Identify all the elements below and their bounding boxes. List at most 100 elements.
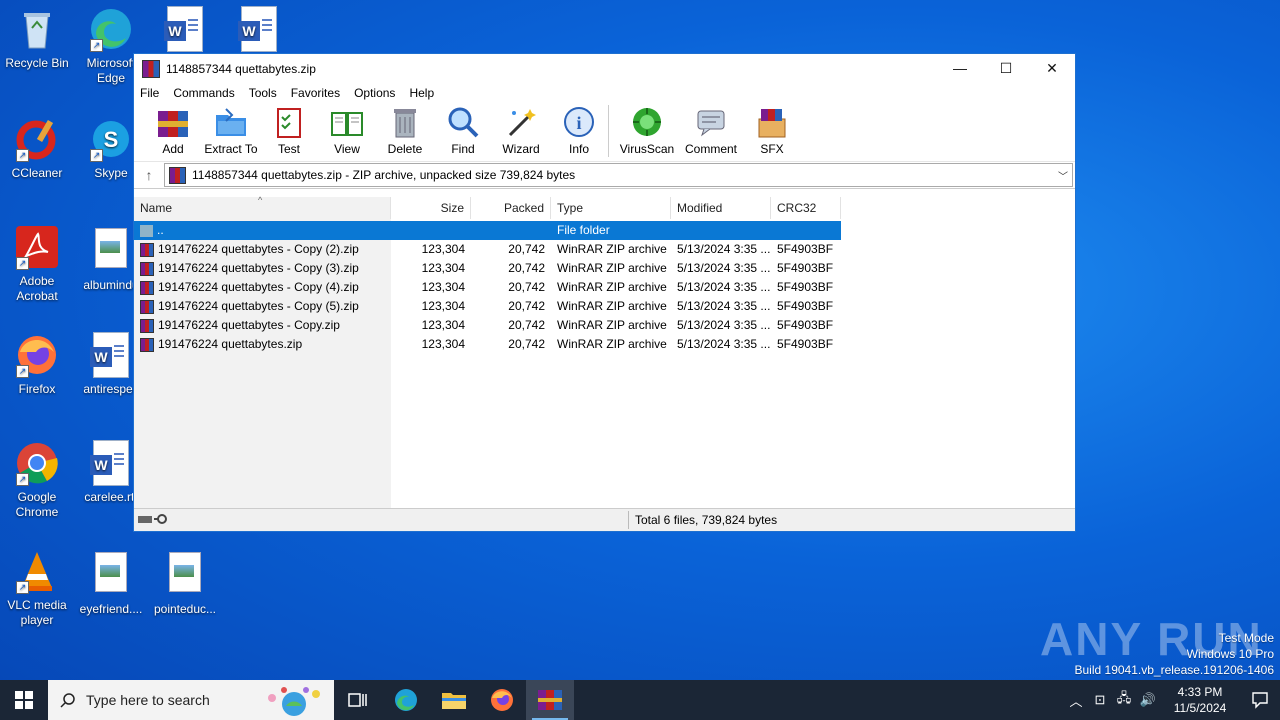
network-icon[interactable]: 🖧 — [1112, 689, 1136, 711]
taskbar-search-box[interactable]: Type here to search — [48, 680, 334, 720]
row-size: 123,304 — [421, 280, 465, 294]
skype-icon: S ↗ — [88, 116, 134, 162]
recycle-bin-icon — [14, 6, 60, 52]
close-button[interactable]: ✕ — [1029, 54, 1075, 83]
desktop-icon-label: eyefriend.... — [79, 602, 143, 616]
chevron-up-icon[interactable]: ︿ — [1064, 691, 1088, 710]
start-button[interactable] — [0, 680, 48, 720]
taskbar: Type here to search ︿ ⊡ 🖧 🔊 4:33 PM 11/5… — [0, 680, 1280, 720]
column-header-modified[interactable]: Modified — [671, 197, 771, 219]
notification-icon — [1252, 692, 1268, 709]
row-packed: 20,742 — [508, 242, 545, 256]
taskbar-winrar[interactable] — [526, 680, 574, 720]
task-view-icon — [348, 693, 367, 707]
status-drive-icons[interactable] — [134, 513, 628, 528]
desktop-icon-firefox[interactable]: ↗ Firefox — [0, 332, 74, 397]
desktop-icon-adobe-acrobat[interactable]: ↗ Adobe Acrobat — [0, 224, 74, 304]
address-text: 1148857344 quettabytes.zip - ZIP archive… — [192, 168, 576, 182]
find-button[interactable]: Find — [434, 103, 492, 156]
row-crc32: 5F4903BF — [777, 337, 834, 351]
word-document-icon: W — [164, 6, 203, 52]
desktop-icon-label: pointeduc... — [153, 602, 217, 616]
winrar-window: 1148857344 quettabytes.zip — ☐ ✕ File Co… — [133, 53, 1076, 532]
zip-archive-icon — [169, 166, 186, 184]
minimize-button[interactable]: — — [937, 54, 983, 83]
delete-button[interactable]: Delete — [376, 103, 434, 156]
menu-help[interactable]: Help — [409, 86, 434, 100]
menu-tools[interactable]: Tools — [249, 86, 277, 100]
edge-icon — [395, 689, 417, 711]
menu-file[interactable]: File — [140, 86, 159, 100]
table-row[interactable]: 191476224 quettabytes - Copy (5).zip 123… — [134, 297, 841, 316]
table-row[interactable]: 191476224 quettabytes - Copy (4).zip 123… — [134, 278, 841, 297]
info-button[interactable]: i Info — [550, 103, 608, 156]
desktop-icon-eyefriend[interactable]: eyefriend.... — [74, 548, 148, 617]
menu-options[interactable]: Options — [354, 86, 395, 100]
task-view-button[interactable] — [334, 680, 382, 720]
delete-label: Delete — [387, 142, 423, 156]
column-header-crc32[interactable]: CRC32 — [771, 197, 841, 219]
desktop-icon-word-doc-1[interactable]: W — [148, 6, 222, 52]
row-size: 123,304 — [421, 337, 465, 351]
desktop-icon-pointeduc[interactable]: pointeduc... — [148, 548, 222, 617]
row-name-text: .. — [157, 223, 164, 237]
add-label: Add — [162, 142, 184, 156]
extract-to-button[interactable]: Extract To — [202, 103, 260, 156]
comment-button[interactable]: Comment — [679, 103, 743, 156]
title-bar[interactable]: 1148857344 quettabytes.zip — ☐ ✕ — [134, 54, 1075, 83]
row-packed: 20,742 — [508, 280, 545, 294]
table-row-parent-folder[interactable]: .. File folder — [134, 221, 841, 240]
magnifier-icon — [446, 105, 480, 139]
up-arrow-icon[interactable]: ↑ — [134, 167, 164, 183]
volume-icon[interactable]: 🔊 — [1136, 692, 1160, 708]
wizard-button[interactable]: Wizard — [492, 103, 550, 156]
vlc-icon: ↗ — [14, 548, 60, 594]
word-document-icon: W — [88, 440, 134, 486]
view-button[interactable]: View — [318, 103, 376, 156]
desktop-icon-recycle-bin[interactable]: Recycle Bin — [0, 6, 74, 71]
extract-to-label: Extract To — [204, 142, 258, 156]
maximize-button[interactable]: ☐ — [983, 54, 1029, 83]
toolbar-separator — [608, 105, 609, 157]
taskbar-file-explorer[interactable] — [430, 680, 478, 720]
column-header-packed[interactable]: Packed — [471, 197, 551, 219]
chevron-down-icon[interactable]: ﹀ — [1058, 168, 1068, 183]
row-size: 123,304 — [421, 261, 465, 275]
desktop-icon-word-doc-2[interactable]: W — [222, 6, 296, 52]
watermark-line: Test Mode — [1218, 631, 1274, 645]
menu-commands[interactable]: Commands — [173, 86, 234, 100]
column-header-name[interactable]: Name ^ — [134, 195, 391, 219]
table-row[interactable]: 191476224 quettabytes - Copy (3).zip 123… — [134, 259, 841, 278]
menu-favorites[interactable]: Favorites — [291, 86, 340, 100]
table-row[interactable]: 191476224 quettabytes - Copy.zip 123,304… — [134, 316, 841, 335]
device-icon[interactable]: ⊡ — [1088, 692, 1112, 708]
sfx-button[interactable]: SFX — [743, 103, 801, 156]
table-row[interactable]: 191476224 quettabytes.zip 123,304 20,742… — [134, 335, 841, 354]
row-modified — [671, 221, 771, 240]
row-crc32: 5F4903BF — [777, 261, 834, 275]
address-dropdown[interactable]: 1148857344 quettabytes.zip - ZIP archive… — [164, 163, 1073, 187]
virusscan-button[interactable]: VirusScan — [615, 103, 679, 156]
column-header-size[interactable]: Size — [391, 197, 471, 219]
window-title: 1148857344 quettabytes.zip — [166, 61, 316, 76]
trash-icon — [388, 105, 422, 139]
desktop-icon-ccleaner[interactable]: ↗ CCleaner — [0, 116, 74, 181]
clock[interactable]: 4:33 PM 11/5/2024 — [1160, 684, 1240, 716]
comment-icon — [694, 105, 728, 139]
winrar-app-icon — [538, 690, 562, 710]
row-modified: 5/13/2024 3:35 ... — [677, 318, 771, 332]
taskbar-edge[interactable] — [382, 680, 430, 720]
test-label: Test — [277, 142, 300, 156]
table-row[interactable]: 191476224 quettabytes - Copy (2).zip 123… — [134, 240, 841, 259]
column-header-type[interactable]: Type — [551, 197, 671, 219]
notification-button[interactable] — [1240, 691, 1280, 709]
test-button[interactable]: Test — [260, 103, 318, 156]
add-button[interactable]: Add — [144, 103, 202, 156]
search-highlight-icon — [258, 684, 328, 719]
taskbar-firefox[interactable] — [478, 680, 526, 720]
row-name-text: 191476224 quettabytes.zip — [158, 337, 303, 351]
desktop-icon-vlc[interactable]: ↗ VLC media player — [0, 548, 74, 628]
desktop-icon-google-chrome[interactable]: ↗ Google Chrome — [0, 440, 74, 520]
column-header-name-label: Name — [140, 201, 173, 215]
row-type: File folder — [557, 223, 610, 237]
